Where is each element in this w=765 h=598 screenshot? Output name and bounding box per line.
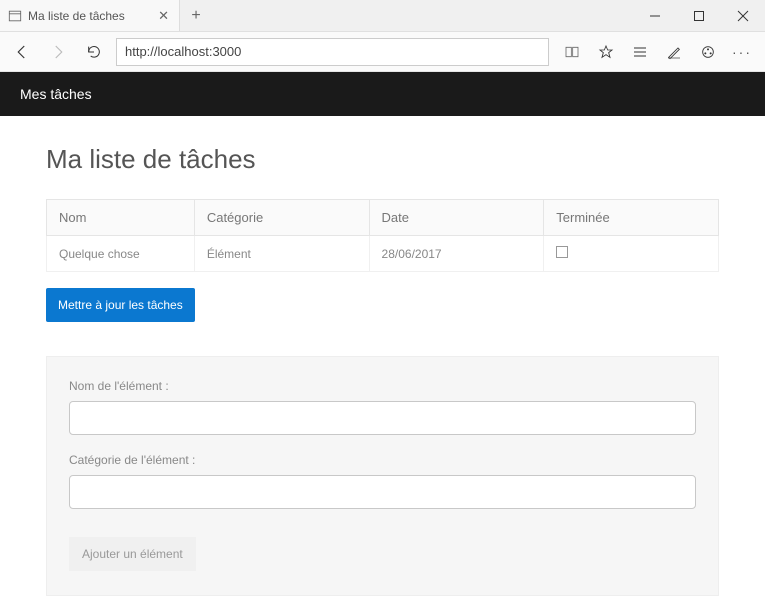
browser-toolbar: http://localhost:3000 ··· [0, 32, 765, 72]
th-done: Terminée [544, 200, 719, 236]
table-header-row: Nom Catégorie Date Terminée [47, 200, 719, 236]
brand-text: Mes tâches [20, 86, 92, 102]
reading-view-icon[interactable] [557, 38, 587, 66]
close-tab-icon[interactable]: ✕ [156, 8, 171, 24]
item-category-label: Catégorie de l'élément : [69, 453, 696, 467]
tasks-table: Nom Catégorie Date Terminée Quelque chos… [46, 199, 719, 272]
th-date: Date [369, 200, 544, 236]
notes-icon[interactable] [659, 38, 689, 66]
hub-icon[interactable] [625, 38, 655, 66]
item-name-input[interactable] [69, 401, 696, 435]
done-checkbox[interactable] [556, 246, 568, 258]
page-title: Ma liste de tâches [46, 144, 719, 175]
browser-tab[interactable]: Ma liste de tâches ✕ [0, 0, 180, 31]
app-navbar: Mes tâches [0, 72, 765, 116]
item-name-label: Nom de l'élément : [69, 379, 696, 393]
favorite-icon[interactable] [591, 38, 621, 66]
th-category: Catégorie [194, 200, 369, 236]
maximize-button[interactable] [677, 0, 721, 31]
more-icon[interactable]: ··· [727, 38, 757, 66]
share-icon[interactable] [693, 38, 723, 66]
item-category-input[interactable] [69, 475, 696, 509]
cell-category: Élément [194, 236, 369, 272]
cell-done [544, 236, 719, 272]
th-name: Nom [47, 200, 195, 236]
add-item-form: Nom de l'élément : Catégorie de l'élémen… [46, 356, 719, 596]
refresh-button[interactable] [80, 38, 108, 66]
new-tab-button[interactable]: + [180, 0, 212, 31]
minimize-button[interactable] [633, 0, 677, 31]
back-button[interactable] [8, 38, 36, 66]
window-tab-strip: Ma liste de tâches ✕ + [0, 0, 765, 32]
address-text: http://localhost:3000 [125, 44, 241, 59]
add-item-button[interactable]: Ajouter un élément [69, 537, 196, 571]
tab-title: Ma liste de tâches [28, 9, 150, 23]
window-controls [633, 0, 765, 31]
close-window-button[interactable] [721, 0, 765, 31]
address-bar[interactable]: http://localhost:3000 [116, 38, 549, 66]
table-row: Quelque chose Élément 28/06/2017 [47, 236, 719, 272]
forward-button[interactable] [44, 38, 72, 66]
page-icon [8, 9, 22, 23]
cell-date: 28/06/2017 [369, 236, 544, 272]
page-content: Ma liste de tâches Nom Catégorie Date Te… [0, 116, 765, 596]
update-tasks-button[interactable]: Mettre à jour les tâches [46, 288, 195, 322]
cell-name: Quelque chose [47, 236, 195, 272]
